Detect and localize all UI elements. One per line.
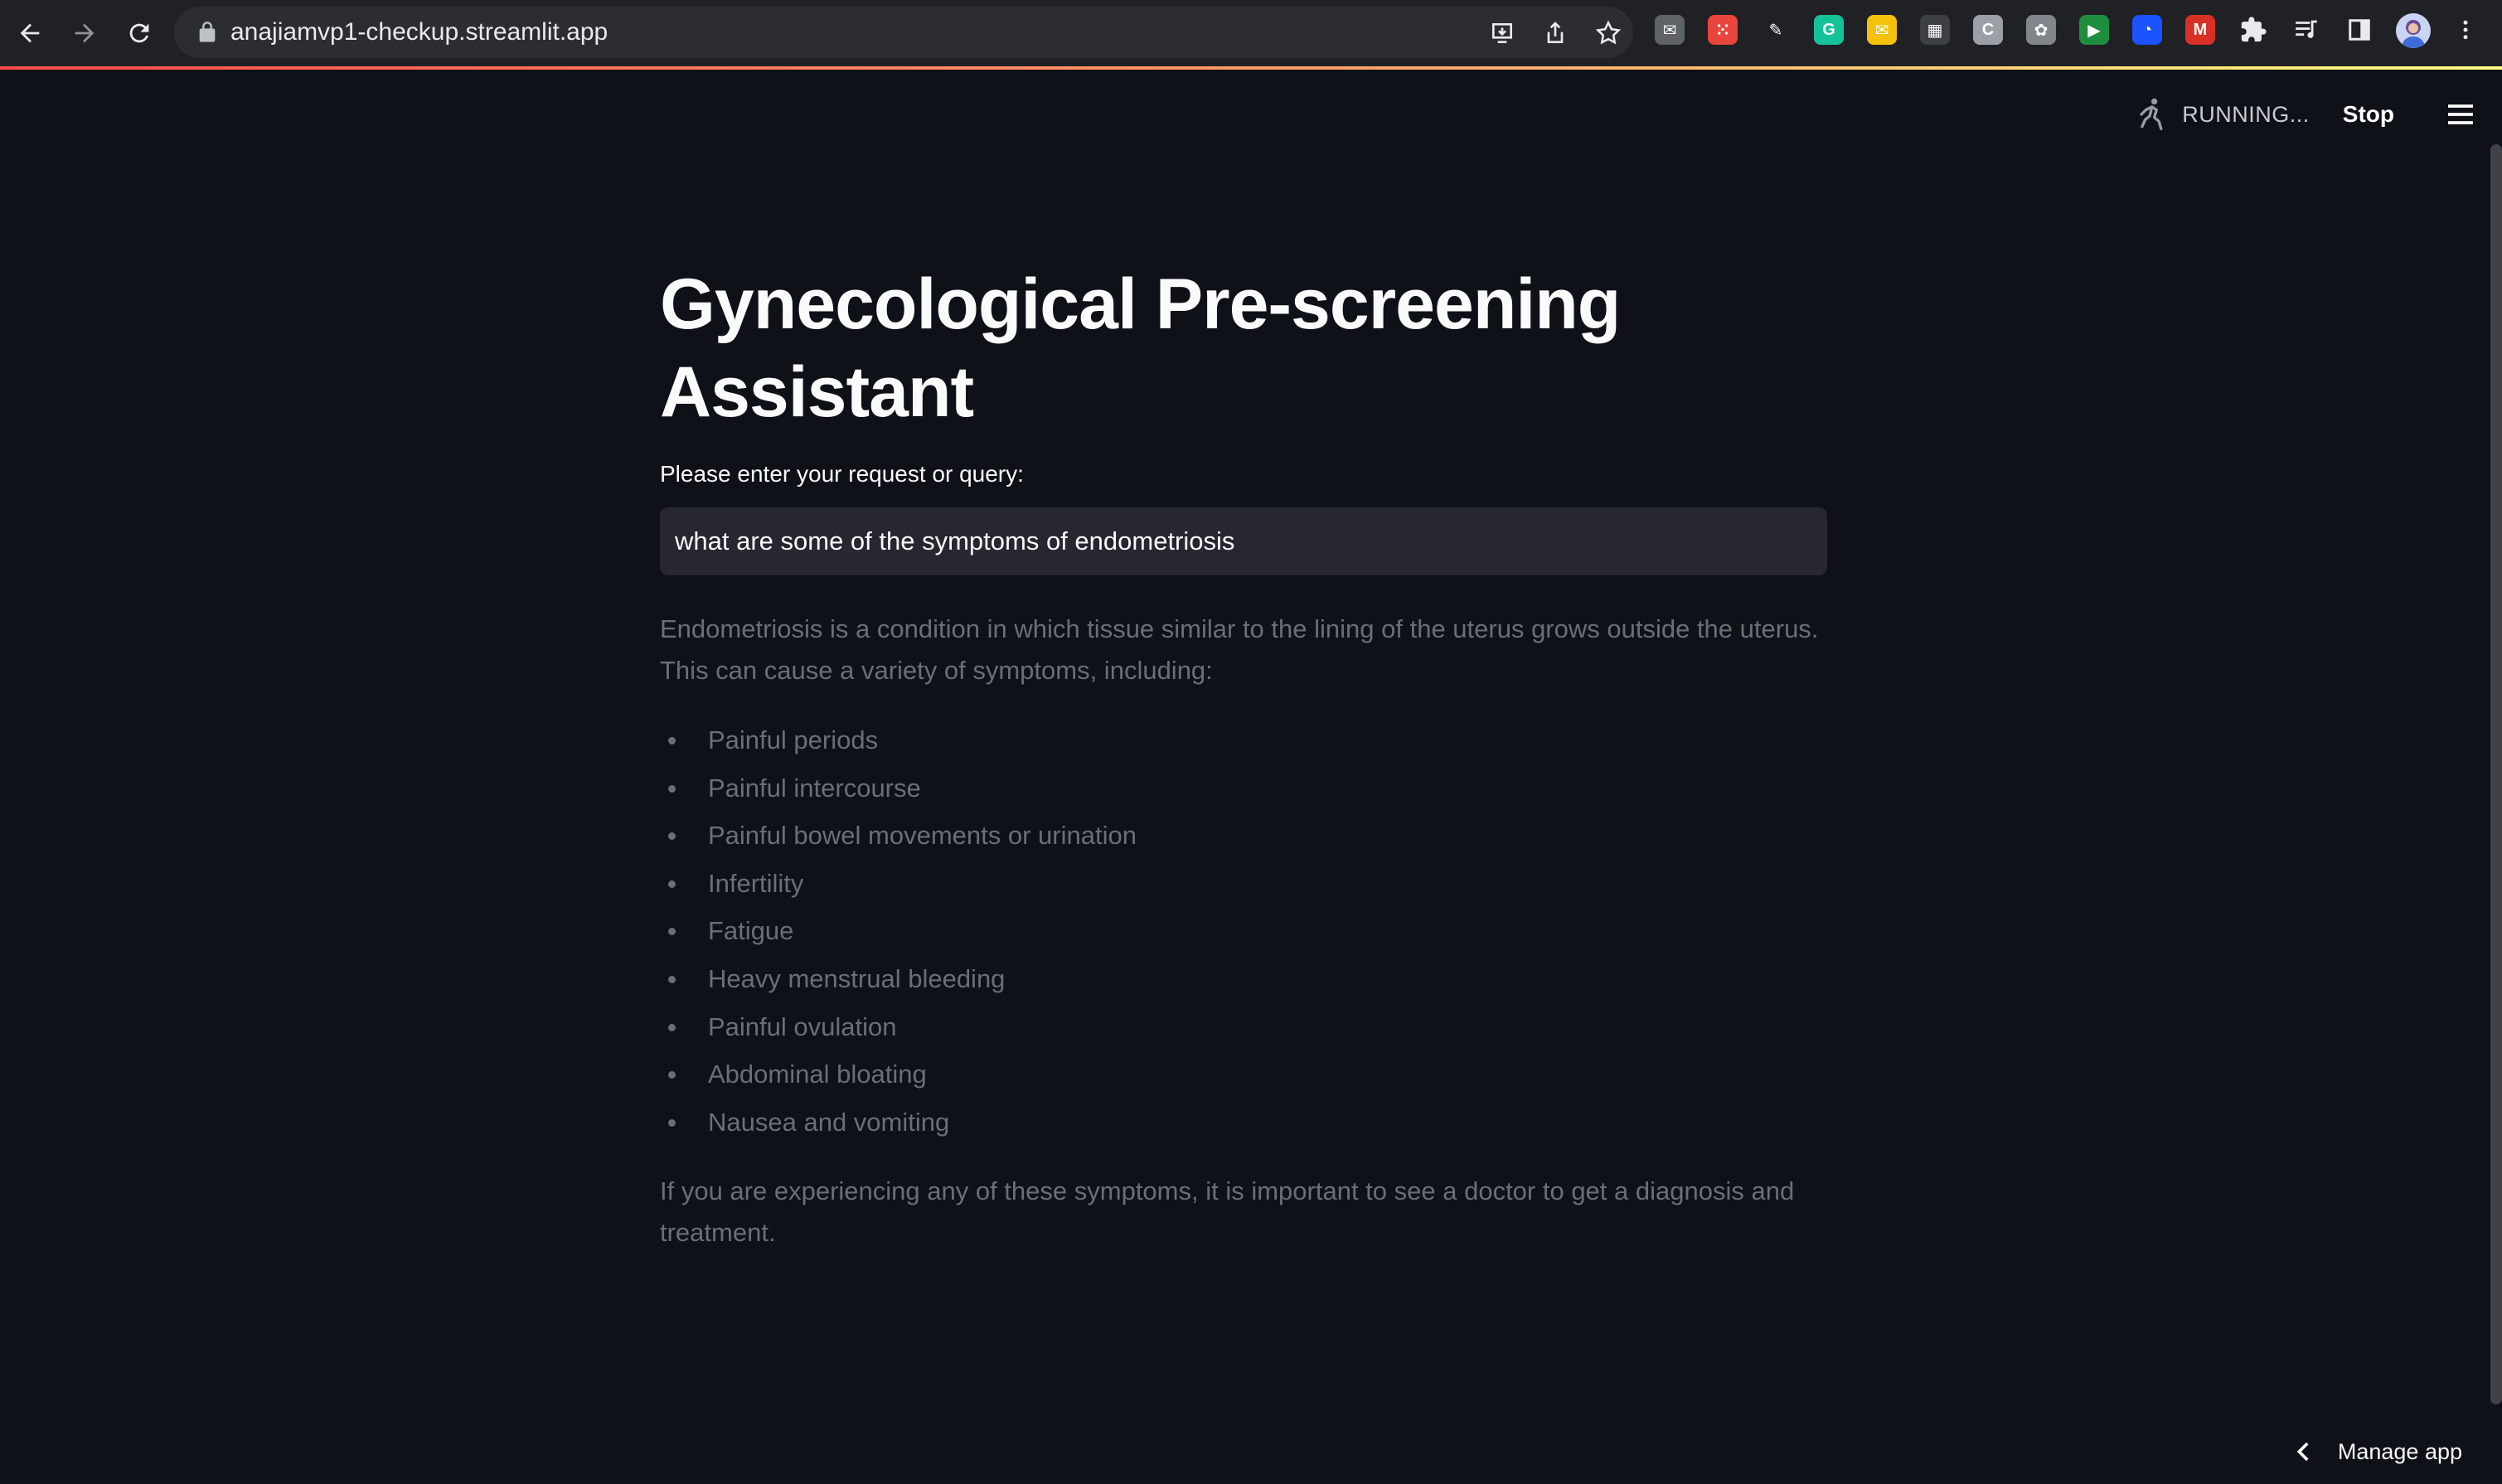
blue-pie-extension-icon[interactable]: ◔	[2132, 15, 2162, 45]
running-person-icon	[2140, 98, 2163, 131]
list-item: Fatigue	[660, 907, 1829, 955]
side-panel-button[interactable]	[2344, 15, 2374, 45]
share-icon	[1547, 22, 1564, 43]
chevron-left-icon	[2296, 1442, 2309, 1462]
puzzle-icon	[2241, 17, 2267, 42]
grid-extension-icon[interactable]: ▦	[1920, 15, 1950, 45]
query-input[interactable]	[660, 507, 1827, 575]
grey-circle-extension-icon[interactable]: C	[1973, 15, 2003, 45]
status-widget: RUNNING... Stop	[2132, 95, 2477, 134]
back-arrow-icon	[20, 23, 40, 43]
side-panel-icon	[2349, 19, 2370, 41]
hamburger-menu-icon[interactable]	[2444, 98, 2477, 131]
back-button[interactable]	[8, 12, 51, 55]
answer-intro: Endometriosis is a condition in which ti…	[660, 614, 1819, 685]
scrollbar[interactable]	[2490, 144, 2502, 1404]
star-icon	[1595, 20, 1622, 45]
share-button[interactable]	[1540, 18, 1570, 48]
browser-toolbar: anajiamvp1-checkup.streamlit.app ✉ ⁙ ✎ G ✉ ▦ C…	[0, 0, 2502, 66]
address-bar[interactable]: anajiamvp1-checkup.streamlit.app	[174, 7, 1633, 58]
stop-button[interactable]: Stop	[2343, 101, 2394, 128]
kebab-menu-icon	[2463, 20, 2468, 40]
chrome-menu-button[interactable]	[2451, 15, 2480, 45]
bookmark-star-button[interactable]	[1593, 18, 1623, 48]
media-control-button[interactable]	[2291, 15, 2321, 45]
list-item: Heavy menstrual bleeding	[660, 955, 1829, 1003]
list-item: Nausea and vomiting	[660, 1098, 1829, 1147]
grammarly-extension-icon[interactable]: G	[1814, 15, 1844, 45]
forward-button[interactable]	[63, 12, 106, 55]
mail-extension-icon[interactable]: ✉	[1655, 15, 1685, 45]
main-content: Gynecological Pre-screening Assistant Pl…	[660, 260, 1829, 1254]
red-dots-extension-icon[interactable]: ⁙	[1708, 15, 1738, 45]
avatar-icon	[2401, 20, 2426, 48]
settings-extension-icon[interactable]: ✿	[2026, 15, 2056, 45]
forward-arrow-icon	[75, 23, 95, 43]
manage-app-label: Manage app	[2337, 1438, 2462, 1464]
answer-block: Endometriosis is a condition in which ti…	[660, 609, 1829, 1254]
eyedropper-extension-icon[interactable]: ✎	[1761, 15, 1791, 45]
url-text: anajiamvp1-checkup.streamlit.app	[230, 18, 609, 46]
streamlit-app: RUNNING... Stop Gynecological Pre-screen…	[0, 70, 2502, 1484]
lock-icon	[199, 22, 216, 42]
install-icon	[1492, 23, 1512, 43]
answer-outro: If you are experiencing any of these sym…	[660, 1176, 1795, 1248]
mendeley-extension-icon[interactable]: M	[2185, 15, 2215, 45]
list-item: Painful intercourse	[660, 764, 1829, 812]
query-input-label: Please enter your request or query:	[660, 461, 1024, 487]
chat-extension-icon[interactable]: ✉	[1867, 15, 1897, 45]
playlist-music-icon	[2296, 20, 2317, 38]
reload-icon	[129, 23, 149, 43]
list-item: Painful bowel movements or urination	[660, 812, 1829, 860]
reload-button[interactable]	[118, 12, 161, 55]
extensions-puzzle-button[interactable]	[2238, 15, 2268, 45]
list-item: Infertility	[660, 860, 1829, 908]
page-title: Gynecological Pre-screening Assistant	[660, 264, 1621, 432]
list-item: Abdominal bloating	[660, 1050, 1829, 1098]
symptoms-list: Painful periods Painful intercourse Pain…	[660, 716, 1829, 1146]
install-app-button[interactable]	[1487, 18, 1517, 48]
list-item: Painful periods	[660, 716, 1829, 764]
list-item: Painful ovulation	[660, 1003, 1829, 1051]
profile-avatar[interactable]	[2396, 13, 2431, 48]
running-status-text: RUNNING...	[2182, 101, 2310, 127]
manage-app-button[interactable]: Manage app	[2290, 1431, 2462, 1472]
video-extension-icon[interactable]: ▶	[2079, 15, 2109, 45]
